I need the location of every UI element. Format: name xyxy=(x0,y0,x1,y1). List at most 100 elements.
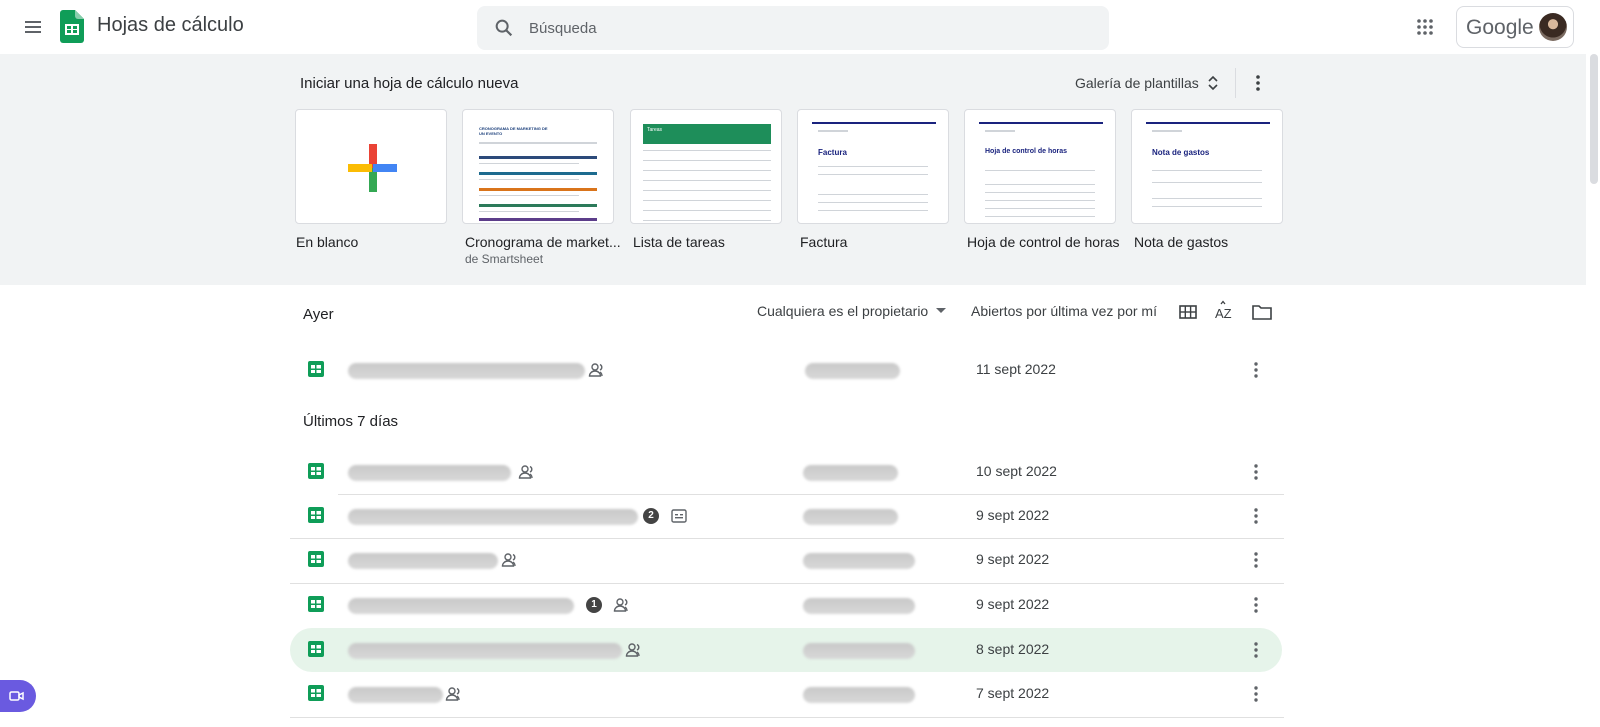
shared-people-icon xyxy=(625,643,640,657)
search-icon[interactable] xyxy=(493,17,515,39)
template-gallery: Iniciar una hoja de cálculo nueva Galerí… xyxy=(0,54,1586,285)
grid-view-icon[interactable] xyxy=(1176,300,1200,324)
notification-badge: 1 xyxy=(586,597,602,613)
file-name-redacted[interactable] xyxy=(348,509,638,525)
sheets-file-icon xyxy=(308,685,324,701)
owner-redacted xyxy=(805,363,900,379)
owner-redacted xyxy=(803,598,915,614)
search-bar[interactable] xyxy=(477,6,1109,50)
table-row[interactable]: 1 9 sept 2022 xyxy=(290,583,1282,627)
list-header: Ayer Cualquiera es el propietario Abiert… xyxy=(0,298,1600,328)
sheets-file-icon xyxy=(308,361,324,377)
sheets-file-icon xyxy=(308,641,324,657)
more-vert-icon[interactable] xyxy=(1245,683,1267,705)
section-label: Ayer xyxy=(303,306,334,323)
apps-grid-icon[interactable] xyxy=(1414,16,1436,38)
template-sublabel: de Smartsheet xyxy=(465,252,544,266)
video-camera-icon xyxy=(9,691,24,701)
file-name-redacted[interactable] xyxy=(348,363,585,379)
sheets-file-icon xyxy=(308,463,324,479)
last-opened-date: 9 sept 2022 xyxy=(976,596,1050,612)
section-label: Últimos 7 días xyxy=(303,413,399,430)
template-expense-report[interactable]: Nota de gastos xyxy=(1131,109,1283,224)
plus-icon xyxy=(348,144,397,192)
chevron-down-icon xyxy=(936,308,947,313)
last-opened-date: 9 sept 2022 xyxy=(976,507,1050,523)
owner-filter-dropdown[interactable]: Cualquiera es el propietario xyxy=(757,303,947,319)
sheets-file-icon xyxy=(308,596,324,612)
more-vert-icon[interactable] xyxy=(1245,505,1267,527)
scrollbar[interactable] xyxy=(1590,54,1598,184)
thumb-title: Hoja de control de horas xyxy=(985,148,1068,155)
table-row[interactable]: 10 sept 2022 xyxy=(290,450,1282,494)
folder-icon[interactable] xyxy=(1250,300,1274,324)
template-blank[interactable] xyxy=(295,109,447,224)
more-vert-icon[interactable] xyxy=(1246,71,1270,95)
divider xyxy=(1235,68,1236,98)
shared-people-icon xyxy=(518,465,533,479)
sheets-file-icon xyxy=(308,507,324,523)
app-title[interactable]: Hojas de cálculo xyxy=(97,14,244,37)
table-row-selected[interactable]: 8 sept 2022 xyxy=(290,628,1282,672)
owner-redacted xyxy=(803,553,915,569)
top-bar: Hojas de cálculo Google xyxy=(0,0,1600,54)
template-task-list[interactable]: Tareas xyxy=(630,109,782,224)
template-timesheet[interactable]: Hoja de control de horas xyxy=(964,109,1116,224)
form-icon xyxy=(671,509,687,523)
last-opened-date: 10 sept 2022 xyxy=(976,463,1057,479)
thumb-title: Tareas xyxy=(647,127,663,133)
table-row[interactable]: 11 sept 2022 xyxy=(290,348,1282,392)
template-gallery-button[interactable]: Galería de plantillas xyxy=(1075,71,1219,95)
owner-redacted xyxy=(803,643,915,659)
shared-people-icon xyxy=(588,363,603,377)
table-row[interactable]: 2 9 sept 2022 xyxy=(290,494,1282,538)
last-opened-date: 8 sept 2022 xyxy=(976,641,1050,657)
more-vert-icon[interactable] xyxy=(1245,549,1267,571)
search-input[interactable] xyxy=(529,16,1069,40)
shared-people-icon xyxy=(445,687,460,701)
gallery-title: Iniciar una hoja de cálculo nueva xyxy=(300,75,519,92)
template-label[interactable]: Cronograma de market... xyxy=(465,234,621,250)
meet-button[interactable] xyxy=(0,680,36,712)
sheets-file-icon xyxy=(308,551,324,567)
account-button[interactable]: Google xyxy=(1456,6,1574,48)
template-label[interactable]: Factura xyxy=(800,234,847,250)
more-vert-icon[interactable] xyxy=(1245,639,1267,661)
sort-dropdown[interactable]: Abiertos por última vez por mí xyxy=(971,303,1157,319)
sheets-logo-icon[interactable] xyxy=(60,10,84,43)
last-opened-date: 7 sept 2022 xyxy=(976,685,1050,701)
thumb-title: Factura xyxy=(818,148,847,157)
template-label[interactable]: Nota de gastos xyxy=(1134,234,1228,250)
more-vert-icon[interactable] xyxy=(1245,461,1267,483)
template-label[interactable]: Hoja de control de horas xyxy=(967,234,1120,250)
menu-icon[interactable] xyxy=(20,14,46,40)
more-vert-icon[interactable] xyxy=(1245,594,1267,616)
owner-filter-label: Cualquiera es el propietario xyxy=(757,303,929,319)
template-label[interactable]: Lista de tareas xyxy=(633,234,725,250)
table-row[interactable]: 7 sept 2022 xyxy=(290,672,1282,716)
svg-text:AZ: AZ xyxy=(1215,306,1232,321)
file-name-redacted[interactable] xyxy=(348,553,498,569)
shared-people-icon xyxy=(501,553,516,567)
template-invoice[interactable]: Factura xyxy=(797,109,949,224)
file-name-redacted[interactable] xyxy=(348,643,622,659)
owner-redacted xyxy=(803,687,915,703)
shared-people-icon xyxy=(613,598,628,612)
file-name-redacted[interactable] xyxy=(348,687,443,703)
last-opened-date: 11 sept 2022 xyxy=(976,361,1056,377)
sort-az-icon[interactable]: AZ xyxy=(1213,300,1237,324)
thumb-title: CRONOGRAMA DE MARKETING DE UN EVENTO xyxy=(479,126,548,136)
template-gallery-label: Galería de plantillas xyxy=(1075,75,1199,91)
file-name-redacted[interactable] xyxy=(348,465,511,481)
unfold-icon xyxy=(1208,75,1218,91)
template-marketing-timeline[interactable]: CRONOGRAMA DE MARKETING DE UN EVENTO xyxy=(462,109,614,224)
row-divider xyxy=(290,717,1284,718)
more-vert-icon[interactable] xyxy=(1245,359,1267,381)
table-row[interactable]: 9 sept 2022 xyxy=(290,538,1282,582)
last-opened-date: 9 sept 2022 xyxy=(976,551,1050,567)
google-brand-label: Google xyxy=(1466,16,1534,39)
file-name-redacted[interactable] xyxy=(348,598,574,614)
notification-badge: 2 xyxy=(643,508,659,524)
template-label[interactable]: En blanco xyxy=(296,234,358,250)
avatar[interactable] xyxy=(1539,13,1567,41)
